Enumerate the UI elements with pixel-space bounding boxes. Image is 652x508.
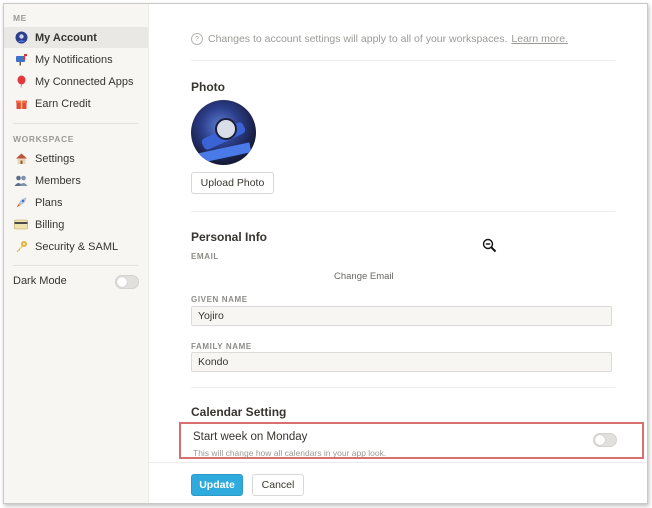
change-email-link[interactable]: Change Email (334, 271, 394, 282)
update-button[interactable]: Update (191, 474, 243, 496)
upload-photo-button[interactable]: Upload Photo (191, 172, 274, 194)
toggle-knob (117, 277, 127, 287)
divider (191, 211, 615, 212)
sidebar-item-settings[interactable]: Settings (4, 148, 148, 169)
footer-actions: Update Cancel (149, 462, 647, 503)
info-banner: ? Changes to account settings will apply… (191, 33, 568, 45)
sidebar-item-members[interactable]: Members (4, 170, 148, 191)
sidebar-divider (13, 265, 138, 266)
sidebar-item-label: Settings (35, 152, 75, 165)
account-settings-panel: ? Changes to account settings will apply… (149, 4, 647, 503)
cancel-button[interactable]: Cancel (252, 474, 304, 496)
section-label-me: ME (13, 13, 27, 23)
sidebar-item-label: My Account (35, 31, 97, 44)
start-week-description: This will change how all calendars in yo… (193, 448, 387, 458)
divider (191, 60, 615, 61)
dark-mode-label: Dark Mode (13, 275, 67, 287)
photo-heading: Photo (191, 80, 225, 94)
balloon-icon (14, 75, 28, 89)
sidebar-item-label: My Notifications (35, 53, 113, 66)
personal-info-heading: Personal Info (191, 230, 268, 244)
sidebar: ME My Account My Notifications My Connec… (4, 4, 149, 503)
email-label: EMAIL (191, 252, 219, 261)
people-icon (14, 174, 28, 188)
house-icon (14, 152, 28, 166)
section-label-workspace: WORKSPACE (13, 134, 74, 144)
calendar-setting-heading: Calendar Setting (191, 405, 287, 419)
sidebar-item-label: Earn Credit (35, 97, 91, 110)
learn-more-link[interactable]: Learn more. (511, 33, 568, 45)
settings-window: ME My Account My Notifications My Connec… (3, 3, 648, 504)
rocket-icon (14, 196, 28, 210)
start-week-toggle[interactable] (593, 433, 617, 447)
family-name-field[interactable]: Kondo (191, 352, 612, 372)
sidebar-item-earn-credit[interactable]: Earn Credit (4, 93, 148, 114)
mailbox-icon (14, 53, 28, 67)
sidebar-item-my-connected-apps[interactable]: My Connected Apps (4, 71, 148, 92)
sidebar-item-my-account[interactable]: My Account (4, 27, 148, 48)
start-week-setting-row: Start week on Monday This will change ho… (179, 422, 644, 459)
user-avatar-icon (14, 31, 28, 45)
start-week-title: Start week on Monday (193, 431, 308, 443)
given-name-field[interactable]: Yojiro (191, 306, 612, 326)
credit-card-icon (14, 218, 28, 232)
sidebar-item-label: Billing (35, 218, 65, 231)
gift-icon (14, 97, 28, 111)
sidebar-item-label: Plans (35, 196, 63, 209)
divider (191, 387, 615, 388)
sidebar-item-billing[interactable]: Billing (4, 214, 148, 235)
toggle-knob (595, 435, 605, 445)
sidebar-item-label: Members (35, 174, 81, 187)
zoom-out-cursor-icon (482, 238, 498, 259)
given-name-label: GIVEN NAME (191, 295, 248, 304)
question-circle-icon: ? (191, 33, 203, 45)
family-name-label: FAMILY NAME (191, 342, 252, 351)
profile-photo (191, 100, 256, 165)
info-text: Changes to account settings will apply t… (208, 33, 508, 45)
dark-mode-toggle[interactable] (115, 275, 139, 289)
sidebar-item-security-saml[interactable]: Security & SAML (4, 236, 148, 257)
sidebar-item-label: My Connected Apps (35, 75, 134, 88)
key-icon (14, 240, 28, 254)
sidebar-item-label: Security & SAML (35, 240, 119, 253)
sidebar-item-plans[interactable]: Plans (4, 192, 148, 213)
sidebar-divider (13, 123, 138, 124)
sidebar-item-my-notifications[interactable]: My Notifications (4, 49, 148, 70)
